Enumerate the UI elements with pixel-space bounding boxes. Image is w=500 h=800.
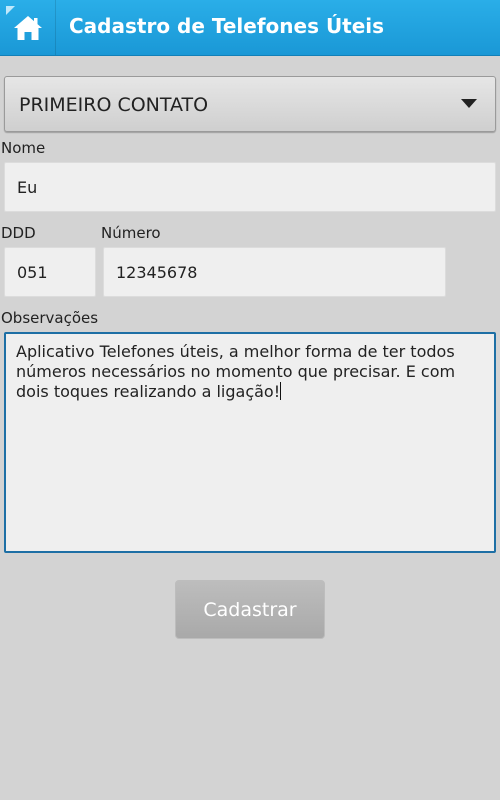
dropdown-selected-value: PRIMEIRO CONTATO — [19, 94, 209, 116]
name-field[interactable]: Eu — [4, 162, 496, 212]
ddd-field-value: 051 — [17, 262, 48, 282]
notes-text: Aplicativo Telefones úteis, a melhor for… — [16, 342, 456, 401]
page-title: Cadastro de Telefones Úteis — [69, 14, 385, 38]
name-label: Nome — [1, 139, 46, 157]
home-button[interactable] — [0, 0, 56, 55]
number-label: Número — [101, 224, 161, 242]
notes-textarea[interactable]: Aplicativo Telefones úteis, a melhor for… — [4, 332, 496, 553]
name-field-value: Eu — [17, 177, 38, 197]
ddd-field[interactable]: 051 — [4, 247, 96, 297]
notes-label: Observações — [1, 309, 99, 327]
submit-button[interactable]: Cadastrar — [175, 580, 325, 639]
app-bar: Cadastro de Telefones Úteis — [0, 0, 500, 56]
home-icon — [13, 15, 42, 40]
number-field[interactable]: 12345678 — [103, 247, 446, 297]
ddd-label: DDD — [1, 224, 36, 242]
number-field-value: 12345678 — [116, 262, 198, 282]
home-corner-accent — [6, 6, 15, 15]
dropdown-arrow-icon — [461, 99, 477, 108]
contact-type-dropdown[interactable]: PRIMEIRO CONTATO — [4, 76, 496, 132]
text-cursor — [280, 382, 282, 400]
